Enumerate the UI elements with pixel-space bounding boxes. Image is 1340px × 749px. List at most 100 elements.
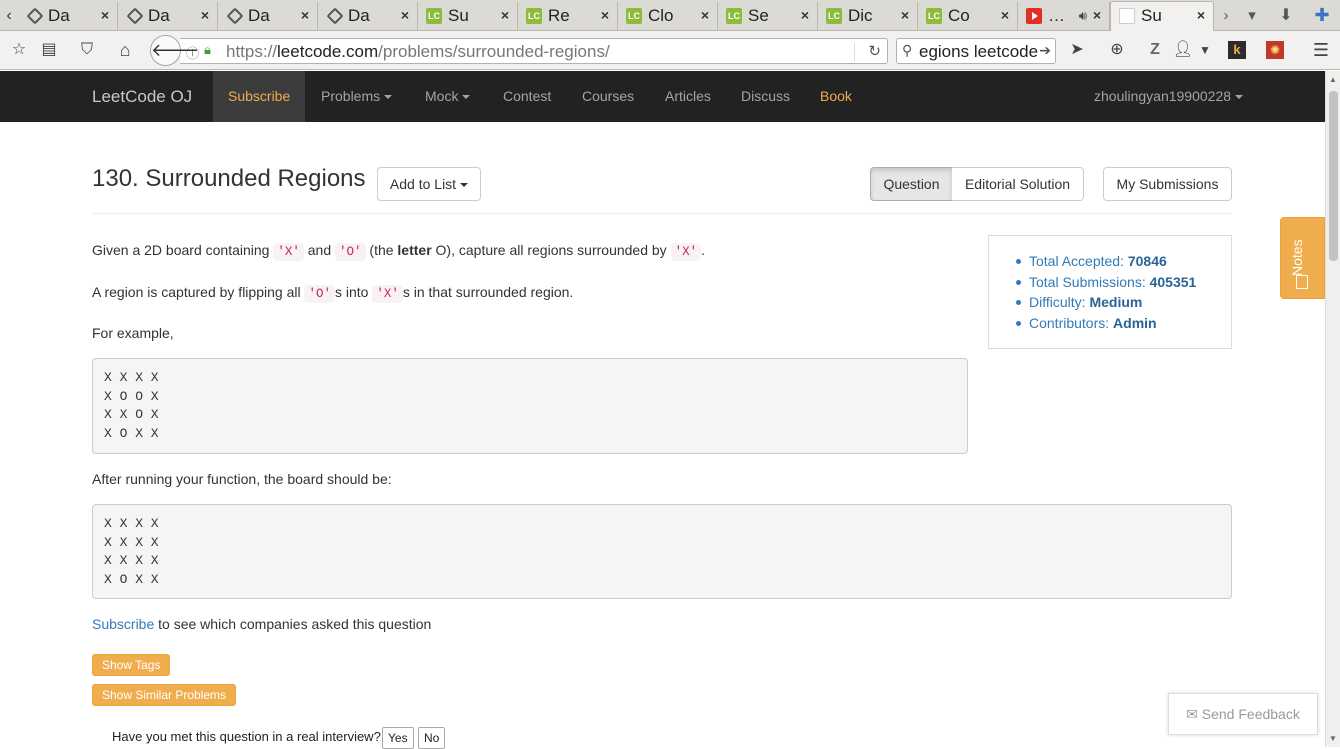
browser-tab[interactable]: LC Dic × <box>818 2 918 30</box>
site-brand[interactable]: LeetCode OJ <box>92 87 192 107</box>
subscribe-link[interactable]: Subscribe <box>92 616 154 632</box>
leetcode-icon: LC <box>426 8 442 24</box>
back-button[interactable]: 🡐 <box>150 35 199 66</box>
close-tab-icon[interactable]: × <box>501 2 509 29</box>
browser-tab[interactable]: Da × <box>18 2 118 30</box>
browser-tab[interactable]: LC Co × <box>918 2 1018 30</box>
notes-side-tab[interactable]: Notes <box>1280 217 1325 299</box>
close-tab-icon[interactable]: × <box>701 2 709 29</box>
board-before-code-block: X X X X X O O X X X O X X O X X <box>92 358 968 454</box>
scroll-up-icon[interactable]: ▲ <box>1329 75 1337 84</box>
tab-list-dropdown-icon[interactable]: ▾ <box>1240 0 1264 31</box>
show-similar-problems-button[interactable]: Show Similar Problems <box>92 684 237 706</box>
browser-tab[interactable]: Su × <box>1110 1 1214 32</box>
description-paragraph-4: After running your function, the board s… <box>92 471 392 487</box>
nav-contest[interactable]: Contest <box>488 71 566 122</box>
browser-tab[interactable]: LC Su × <box>418 2 518 30</box>
nav-courses[interactable]: Courses <box>567 71 649 122</box>
bookmark-star-icon[interactable]: ☆ <box>8 39 30 61</box>
hamburger-menu-icon[interactable]: ☰ <box>1310 39 1332 61</box>
site-navbar: LeetCode OJ Subscribe Problems Mock Cont… <box>0 71 1325 122</box>
close-tab-icon[interactable]: × <box>201 2 209 29</box>
inline-code: 'X' <box>670 243 702 261</box>
youtube-icon <box>1026 8 1042 24</box>
tab-question[interactable]: Question <box>870 167 953 201</box>
url-bar[interactable]: ⓘ 🔒︎ https://leetcode.com/problems/surro… <box>180 38 888 64</box>
close-tab-icon[interactable]: × <box>1001 2 1009 29</box>
url-separator <box>854 43 855 61</box>
close-tab-icon[interactable]: × <box>601 2 609 29</box>
close-tab-icon[interactable]: × <box>401 2 409 29</box>
extension-plus-icon[interactable]: ✚ <box>1310 0 1334 31</box>
tab-title: Su <box>1141 6 1162 25</box>
nav-user-menu[interactable]: zhoulingyan19900228 <box>1079 71 1258 122</box>
red-extension-icon[interactable]: ✺ <box>1266 41 1284 59</box>
browser-tab[interactable]: Da × <box>318 2 418 30</box>
vpn-globe-icon[interactable]: ⊕ <box>1106 39 1128 61</box>
zotero-icon[interactable]: Z <box>1144 39 1166 61</box>
browser-tab[interactable]: LC Se × <box>718 2 818 30</box>
user-extension-icon[interactable]: 👤︎ <box>1172 39 1194 61</box>
add-to-list-button[interactable]: Add to List <box>377 167 481 201</box>
k-extension-icon[interactable]: k <box>1228 41 1246 59</box>
leetcode-icon: LC <box>526 8 542 24</box>
scroll-down-icon[interactable]: ▼ <box>1329 734 1337 743</box>
caret-down-icon <box>462 95 471 100</box>
close-tab-icon[interactable]: × <box>901 2 909 29</box>
send-feedback-button[interactable]: ✉ Send Feedback <box>1168 693 1318 735</box>
tab-title: Su <box>448 6 469 25</box>
diamond-icon <box>226 7 244 25</box>
interview-no-button[interactable]: No <box>418 727 446 749</box>
search-go-icon[interactable]: ➔ <box>1039 42 1051 59</box>
library-icon[interactable]: ▤ <box>38 39 60 61</box>
tab-title: … <box>1048 6 1065 25</box>
contributors-link[interactable]: Admin <box>1113 315 1157 331</box>
browser-tab[interactable]: LC Re × <box>518 2 618 30</box>
search-bar[interactable]: egions leetcode ⚲ ➔ <box>896 38 1056 64</box>
browser-tab[interactable]: Da × <box>218 2 318 30</box>
speaker-icon[interactable]: 🔊︎ <box>1079 2 1087 29</box>
url-text[interactable]: https://leetcode.com/problems/surrounded… <box>226 42 610 62</box>
question-title: 130. Surrounded Regions <box>92 165 366 192</box>
close-tab-icon[interactable]: × <box>1093 2 1101 29</box>
nav-discuss[interactable]: Discuss <box>726 71 805 122</box>
tab-title: Re <box>548 6 570 25</box>
close-tab-icon[interactable]: × <box>1197 2 1205 29</box>
tabs-scroll-left-icon[interactable]: ‹ <box>0 0 18 31</box>
tab-editorial-solution[interactable]: Editorial Solution <box>952 167 1084 201</box>
extension-dropdown-icon[interactable]: ▼ <box>1194 39 1216 61</box>
my-submissions-button[interactable]: My Submissions <box>1103 167 1232 201</box>
leetcode-icon: LC <box>926 8 942 24</box>
stat-total-accepted: Total Accepted: 70846 <box>1016 251 1231 272</box>
nav-subscribe[interactable]: Subscribe <box>213 71 306 122</box>
tabs-scroll-right-icon[interactable]: › <box>1214 0 1238 31</box>
close-tab-icon[interactable]: × <box>301 2 309 29</box>
home-icon[interactable]: ⌂ <box>114 39 136 61</box>
browser-tab[interactable]: LC Clo × <box>618 2 718 30</box>
browser-tab[interactable]: … 🔊︎ × <box>1018 2 1110 30</box>
close-tab-icon[interactable]: × <box>101 2 109 29</box>
reload-icon[interactable]: ↻ <box>868 42 881 60</box>
browser-tab[interactable]: Da × <box>118 2 218 30</box>
nav-mock[interactable]: Mock <box>410 71 485 122</box>
download-icon[interactable]: ⬇ <box>1274 0 1298 31</box>
leetcode-icon: LC <box>626 8 642 24</box>
close-tab-icon[interactable]: × <box>801 2 809 29</box>
tab-title: Clo <box>648 6 674 25</box>
scrollbar-thumb[interactable] <box>1329 91 1338 261</box>
tab-title: Co <box>948 6 970 25</box>
send-icon[interactable]: ➤ <box>1066 39 1088 61</box>
show-tags-button[interactable]: Show Tags <box>92 654 171 676</box>
diamond-icon <box>26 7 44 25</box>
nav-articles[interactable]: Articles <box>650 71 726 122</box>
description-paragraph-2: A region is captured by flipping all 'O'… <box>92 284 574 303</box>
caret-down-icon <box>460 183 469 188</box>
interview-yes-button[interactable]: Yes <box>382 727 414 749</box>
nav-problems[interactable]: Problems <box>306 71 407 122</box>
nav-book[interactable]: Book <box>805 71 867 122</box>
pocket-icon[interactable]: ⛉ <box>76 39 98 61</box>
page-scrollbar[interactable]: ▲ ▼ <box>1325 71 1340 747</box>
search-input-text[interactable]: egions leetcode <box>919 42 1038 62</box>
subscribe-companies-text: Subscribe to see which companies asked t… <box>92 616 432 632</box>
search-icon: ⚲ <box>902 42 913 59</box>
